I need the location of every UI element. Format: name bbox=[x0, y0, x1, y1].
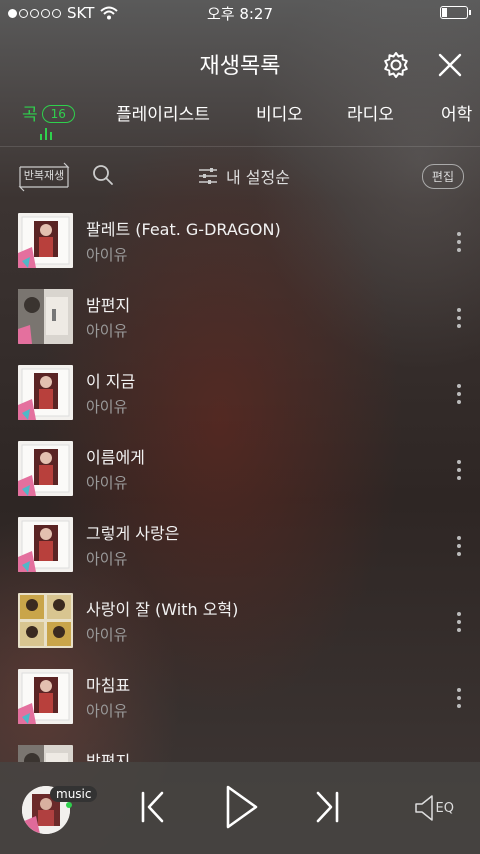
sort-label: 내 설정순 bbox=[226, 168, 290, 187]
equalizer-button[interactable]: EQ bbox=[414, 794, 454, 822]
more-options-icon[interactable] bbox=[456, 612, 462, 632]
album-art bbox=[18, 441, 73, 496]
play-button[interactable] bbox=[224, 784, 260, 830]
song-row[interactable]: 밤편지아이유 bbox=[0, 274, 480, 350]
mini-player: music EQ bbox=[0, 762, 480, 854]
previous-icon bbox=[141, 791, 164, 823]
close-icon bbox=[438, 53, 462, 77]
song-row[interactable]: 마침표아이유 bbox=[0, 654, 480, 730]
album-art bbox=[18, 365, 73, 420]
previous-button[interactable] bbox=[138, 790, 168, 824]
more-options-icon[interactable] bbox=[456, 384, 462, 404]
song-artist: 아이유 bbox=[86, 322, 128, 340]
status-bar: SKT 오후 8:27 bbox=[0, 0, 480, 26]
settings-button[interactable] bbox=[381, 50, 411, 80]
close-button[interactable] bbox=[435, 50, 465, 80]
tab-songs[interactable]: 곡 16 bbox=[22, 100, 75, 125]
album-art bbox=[18, 593, 73, 648]
now-playing-indicator-icon bbox=[40, 128, 52, 140]
song-artist: 아이유 bbox=[86, 398, 128, 416]
tab-videos[interactable]: 비디오 bbox=[256, 100, 303, 125]
header: 재생목록 bbox=[0, 38, 480, 90]
song-artist: 아이유 bbox=[86, 626, 128, 644]
album-art bbox=[18, 517, 73, 572]
song-row[interactable]: 팔레트 (Feat. G-DRAGON) 아이유 bbox=[0, 200, 480, 274]
tab-label: 어학 bbox=[441, 105, 473, 125]
song-title: 팔레트 (Feat. G-DRAGON) bbox=[86, 220, 281, 239]
search-button[interactable] bbox=[92, 164, 114, 190]
album-art bbox=[18, 745, 73, 762]
play-icon bbox=[226, 785, 258, 829]
tab-bar: 곡 16 플레이리스트 비디오 라디오 어학 bbox=[0, 100, 480, 144]
gear-icon bbox=[384, 52, 408, 78]
song-count-badge: 16 bbox=[41, 105, 75, 123]
song-title: 이 지금 bbox=[86, 372, 136, 391]
album-art bbox=[18, 289, 73, 344]
song-row[interactable]: 이름에게아이유 bbox=[0, 426, 480, 502]
service-tag: music bbox=[50, 786, 98, 802]
divider bbox=[0, 146, 480, 147]
tab-label: 라디오 bbox=[347, 105, 394, 125]
song-artist: 아이유 bbox=[86, 246, 128, 264]
next-button[interactable] bbox=[312, 790, 342, 824]
song-row[interactable]: 그렇게 사랑은아이유 bbox=[0, 502, 480, 578]
tab-playlists[interactable]: 플레이리스트 bbox=[116, 100, 210, 125]
battery-icon bbox=[440, 6, 471, 19]
song-title: 사랑이 잘 (With 오혁) bbox=[86, 600, 239, 619]
repeat-button[interactable]: 반복재생 bbox=[16, 162, 72, 192]
album-art bbox=[18, 669, 73, 724]
sort-button[interactable]: 내 설정순 bbox=[198, 164, 290, 188]
song-title: 마침표 bbox=[86, 676, 131, 695]
more-options-icon[interactable] bbox=[456, 460, 462, 480]
next-icon bbox=[316, 791, 339, 823]
clock: 오후 8:27 bbox=[206, 5, 274, 23]
song-title: 밤편지 bbox=[86, 296, 131, 315]
speaker-icon bbox=[414, 795, 433, 821]
more-options-icon[interactable] bbox=[456, 308, 462, 328]
more-options-icon[interactable] bbox=[456, 536, 462, 556]
tab-label: 비디오 bbox=[256, 105, 303, 125]
sliders-icon bbox=[199, 168, 217, 184]
song-title: 밤편지 bbox=[86, 752, 131, 762]
tab-radio[interactable]: 라디오 bbox=[347, 100, 394, 125]
tab-label: 플레이리스트 bbox=[116, 105, 210, 125]
song-list: 팔레트 (Feat. G-DRAGON) 아이유 밤편지 아이유 이 지금 아이유 이름에게… bbox=[0, 200, 480, 762]
list-toolbar: 반복재생 내 설정순 편집 bbox=[0, 158, 480, 194]
song-artist: 아이유 bbox=[86, 702, 128, 720]
more-options-icon[interactable] bbox=[456, 232, 462, 252]
song-row[interactable]: 밤편지 bbox=[0, 730, 480, 762]
live-dot-icon bbox=[66, 802, 72, 808]
song-row[interactable]: 사랑이 잘 (With 오혁) 아이유 bbox=[0, 578, 480, 654]
tab-label: 곡 bbox=[22, 105, 38, 125]
song-title: 이름에게 bbox=[86, 448, 145, 467]
repeat-label: 반복재생 bbox=[23, 169, 65, 182]
song-title: 그렇게 사랑은 bbox=[86, 524, 180, 543]
edit-button[interactable]: 편집 bbox=[421, 164, 464, 189]
more-options-icon[interactable] bbox=[456, 688, 462, 708]
eq-label: EQ bbox=[435, 800, 454, 816]
song-row[interactable]: 이 지금아이유 bbox=[0, 350, 480, 426]
album-art bbox=[18, 213, 73, 268]
tab-language[interactable]: 어학 bbox=[441, 100, 472, 125]
search-icon bbox=[93, 165, 113, 185]
song-artist: 아이유 bbox=[86, 550, 128, 568]
song-artist: 아이유 bbox=[86, 474, 128, 492]
